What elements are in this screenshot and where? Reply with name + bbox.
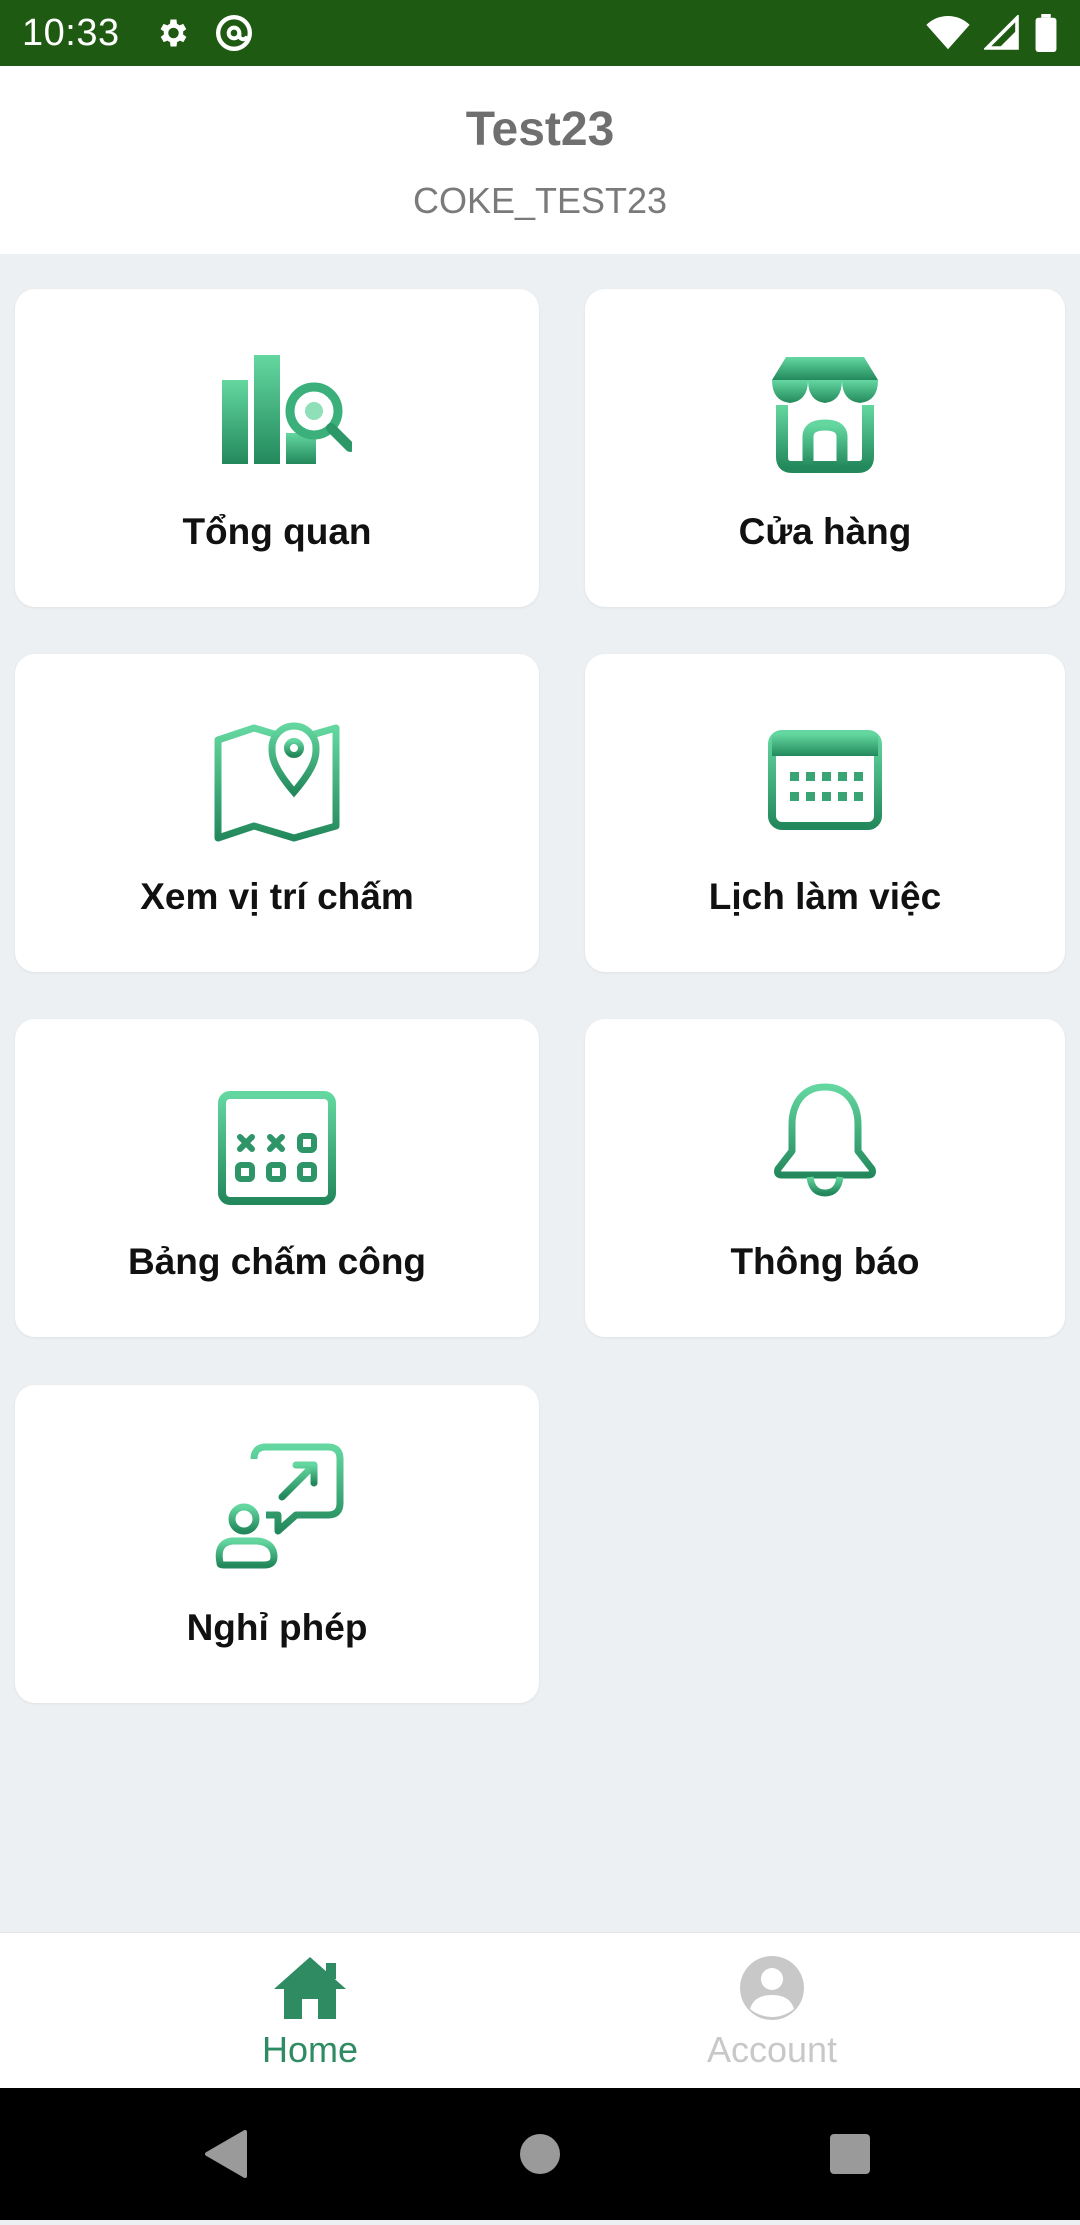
- android-nav-bar: [0, 2088, 1080, 2220]
- system-recents-button[interactable]: [750, 2088, 950, 2220]
- bottom-nav: Home Account: [0, 1932, 1080, 2088]
- wifi-icon: [926, 15, 970, 50]
- menu-tile-leave[interactable]: Nghỉ phép: [15, 1385, 539, 1703]
- nav-account[interactable]: Account: [502, 1933, 1042, 2089]
- nav-home-label: Home: [261, 2029, 359, 2070]
- back-icon: [205, 2130, 247, 2178]
- leave-request-icon: [215, 1443, 344, 1569]
- recents-icon: [830, 2134, 870, 2174]
- menu-tile-notifications[interactable]: Thông báo: [585, 1019, 1065, 1337]
- menu-tile-overview[interactable]: Tổng quan: [15, 289, 539, 607]
- system-back-button[interactable]: [125, 2088, 325, 2220]
- app-header: Test23 COKE_TEST23: [0, 66, 1080, 254]
- menu-tile-label: Cửa hàng: [738, 511, 912, 552]
- store-icon: [772, 357, 878, 473]
- timesheet-calendar-icon: [218, 1077, 336, 1205]
- menu-tile-store[interactable]: Cửa hàng: [585, 289, 1065, 607]
- menu-tile-label: Bảng chấm công: [127, 1241, 427, 1282]
- menu-tile-label: Nghỉ phép: [186, 1607, 368, 1648]
- status-time: 10:33: [22, 11, 120, 54]
- menu-tile-map-location[interactable]: Xem vị trí chấm: [15, 654, 539, 972]
- system-home-button[interactable]: [440, 2088, 640, 2220]
- nav-home[interactable]: Home: [40, 1933, 580, 2089]
- home-circle-icon: [520, 2134, 560, 2174]
- bell-icon: [774, 1083, 876, 1197]
- menu-tile-label: Xem vị trí chấm: [140, 876, 414, 917]
- calendar-icon: [768, 718, 882, 830]
- map-location-icon: [214, 722, 340, 842]
- overview-chart-search-icon: [222, 355, 352, 464]
- account-icon: [740, 1956, 804, 2020]
- page-subtitle: COKE_TEST23: [412, 180, 668, 221]
- battery-icon: [1035, 14, 1057, 52]
- signal-icon: [984, 15, 1019, 50]
- menu-tile-label: Thông báo: [730, 1241, 920, 1282]
- nav-account-label: Account: [706, 2029, 838, 2070]
- menu-tile-label: Lịch làm việc: [708, 876, 942, 917]
- menu-tile-label: Tổng quan: [182, 511, 372, 552]
- settings-icon: [160, 19, 186, 47]
- menu-tile-work-schedule[interactable]: Lịch làm việc: [585, 654, 1065, 972]
- status-bar: 10:33: [0, 0, 1080, 66]
- page-title: Test23: [465, 103, 615, 156]
- menu-tile-timesheet[interactable]: Bảng chấm công: [15, 1019, 539, 1337]
- at-sign-icon: [215, 15, 252, 51]
- home-icon: [274, 1957, 346, 2019]
